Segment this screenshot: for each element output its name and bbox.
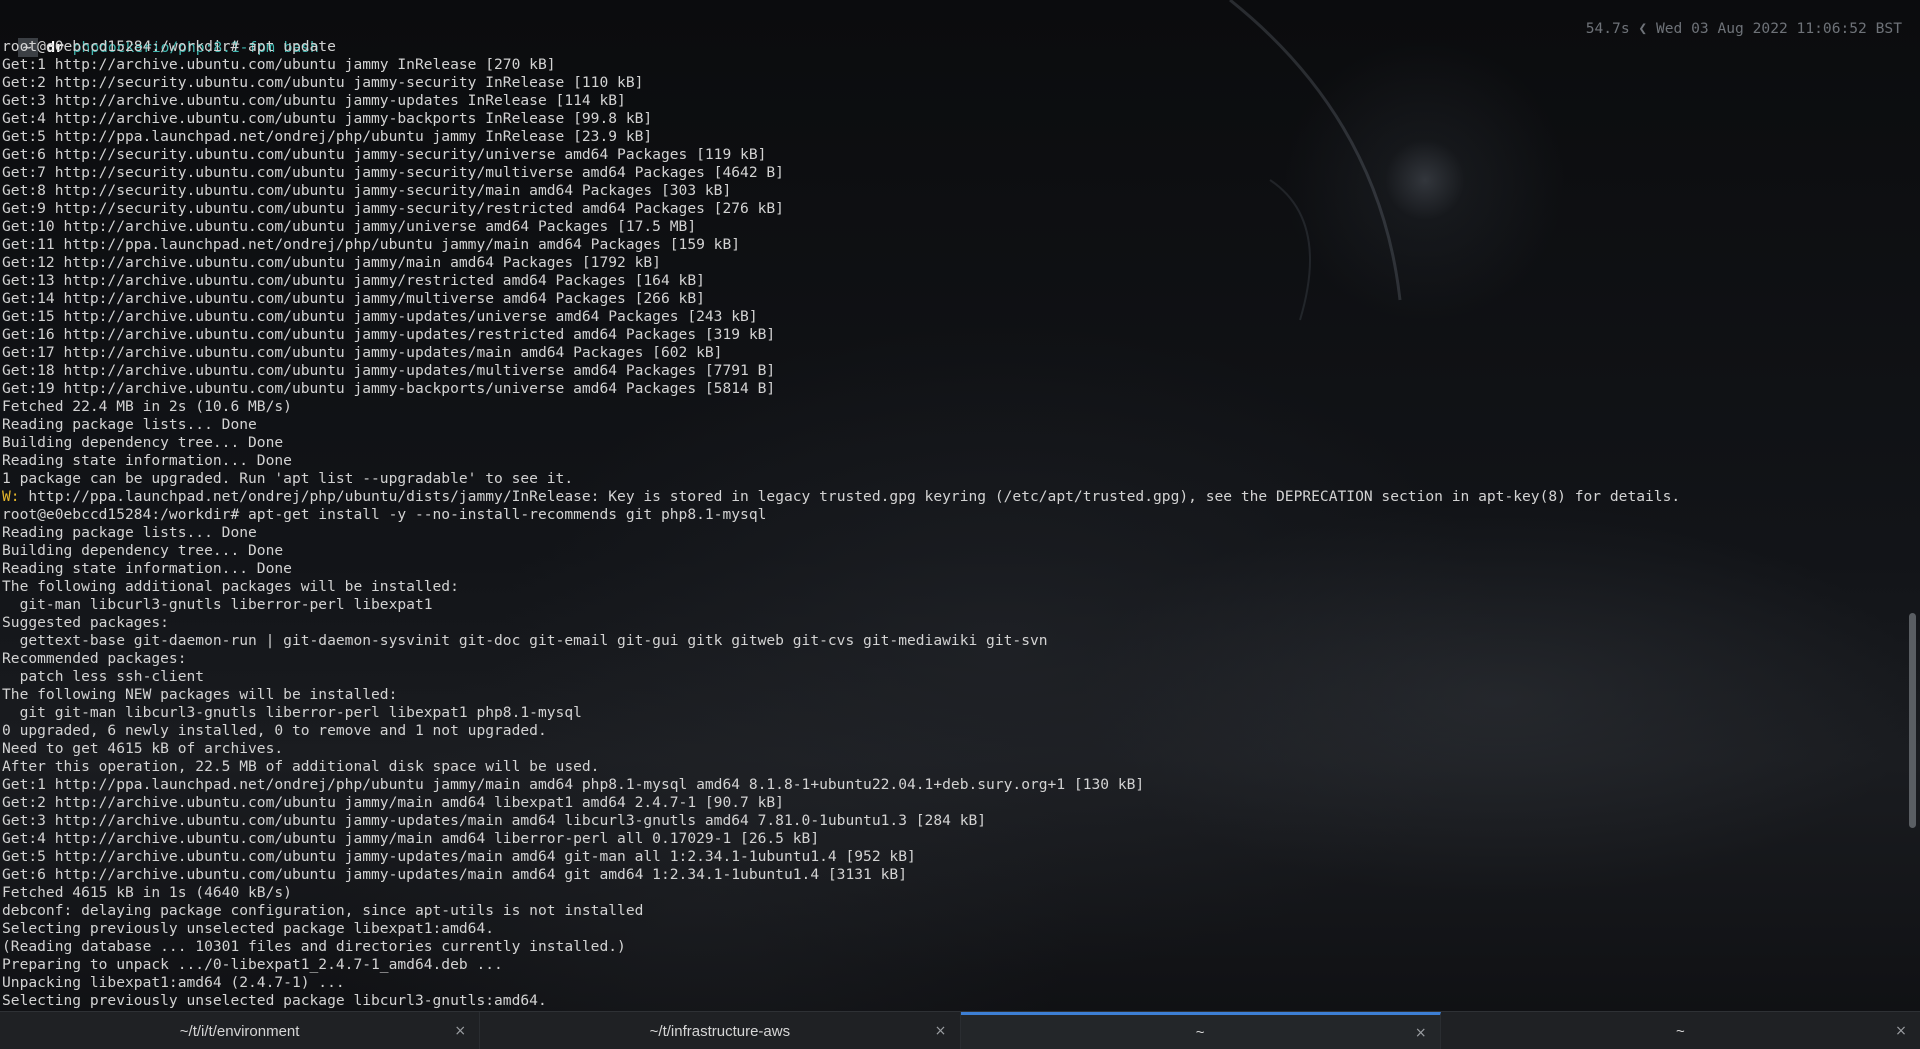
warning-tag: W: [2, 488, 20, 505]
terminal-line: Building dependency tree... Done [2, 434, 284, 451]
terminal-line: Need to get 4615 kB of archives. [2, 740, 284, 757]
terminal-line: (Reading database ... 10301 files and di… [2, 938, 626, 955]
terminal-line: root@e0ebccd15284:/workdir# apt-get inst… [2, 506, 767, 523]
terminal-line: Get:17 http://archive.ubuntu.com/ubuntu … [2, 344, 723, 361]
terminal-line: Get:19 http://archive.ubuntu.com/ubuntu … [2, 380, 776, 397]
terminal-line: Reading package lists... Done [2, 416, 257, 433]
terminal-line: Fetched 4615 kB in 1s (4640 kB/s) [2, 884, 292, 901]
close-icon[interactable]: × [1414, 1026, 1428, 1040]
scrollbar-thumb[interactable] [1909, 613, 1916, 828]
terminal-line: Preparing to unpack .../0-libexpat1_2.4.… [2, 956, 503, 973]
terminal-line: Selecting previously unselected package … [2, 920, 495, 937]
close-icon[interactable]: × [1894, 1024, 1908, 1038]
terminal-line: Get:14 http://archive.ubuntu.com/ubuntu … [2, 290, 705, 307]
terminal-output[interactable]: root@e0ebccd15284:/workdir# apt update G… [0, 19, 1905, 1009]
tab-environment[interactable]: ~/t/i/t/environment × [0, 1012, 481, 1049]
terminal-line: debconf: delaying package configuration,… [2, 902, 644, 919]
tab-label: ~ [1195, 1024, 1205, 1041]
terminal-line: Get:12 http://archive.ubuntu.com/ubuntu … [2, 254, 661, 271]
terminal-line: The following additional packages will b… [2, 578, 459, 595]
terminal-line: Get:4 http://archive.ubuntu.com/ubuntu j… [2, 110, 653, 127]
terminal-line: Fetched 22.4 MB in 2s (10.6 MB/s) [2, 398, 292, 415]
terminal-line: Get:7 http://security.ubuntu.com/ubuntu … [2, 164, 784, 181]
terminal-line: Selecting previously unselected package … [2, 992, 547, 1009]
terminal-line: Reading state information... Done [2, 452, 292, 469]
terminal-line: git-man libcurl3-gnutls liberror-perl li… [2, 596, 433, 613]
terminal-line: Reading package lists... Done [2, 524, 257, 541]
terminal-line: Get:11 http://ppa.launchpad.net/ondrej/p… [2, 236, 741, 253]
terminal-line: Get:2 http://security.ubuntu.com/ubuntu … [2, 74, 644, 91]
terminal-line: Get:3 http://archive.ubuntu.com/ubuntu j… [2, 812, 987, 829]
terminal-line: Get:1 http://archive.ubuntu.com/ubuntu j… [2, 56, 556, 73]
terminal-line: Get:6 http://security.ubuntu.com/ubuntu … [2, 146, 767, 163]
terminal-line: Get:4 http://archive.ubuntu.com/ubuntu j… [2, 830, 820, 847]
terminal-line: Get:18 http://archive.ubuntu.com/ubuntu … [2, 362, 776, 379]
terminal-line: Get:13 http://archive.ubuntu.com/ubuntu … [2, 272, 705, 289]
tab-home[interactable]: ~ × [1441, 1012, 1920, 1049]
terminal-line: Get:3 http://archive.ubuntu.com/ubuntu j… [2, 92, 626, 109]
terminal-tab-bar: ~/t/i/t/environment × ~/t/infrastructure… [0, 1011, 1920, 1049]
terminal-line: Get:5 http://ppa.launchpad.net/ondrej/ph… [2, 128, 653, 145]
terminal-line: root@e0ebccd15284:/workdir# apt update [2, 38, 336, 55]
terminal-line: Get:10 http://archive.ubuntu.com/ubuntu … [2, 218, 697, 235]
terminal-line: Get:9 http://security.ubuntu.com/ubuntu … [2, 200, 784, 217]
terminal-line: Get:5 http://archive.ubuntu.com/ubuntu j… [2, 848, 916, 865]
terminal-line: Suggested packages: [2, 614, 169, 631]
tab-label: ~/t/i/t/environment [179, 1022, 300, 1040]
terminal-line: Get:15 http://archive.ubuntu.com/ubuntu … [2, 308, 758, 325]
tab-home-active[interactable]: ~ × [960, 1012, 1441, 1049]
terminal-warning-line: W: http://ppa.launchpad.net/ondrej/php/u… [0, 488, 1905, 506]
terminal-line: Unpacking libexpat1:amd64 (2.4.7-1) ... [2, 974, 345, 991]
close-icon[interactable]: × [934, 1024, 948, 1038]
terminal-line: The following NEW packages will be insta… [2, 686, 398, 703]
terminal-line: patch less ssh-client [2, 668, 205, 685]
warning-text: http://ppa.launchpad.net/ondrej/php/ubun… [19, 488, 1681, 505]
terminal-line: Get:16 http://archive.ubuntu.com/ubuntu … [2, 326, 776, 343]
terminal-line: 1 package can be upgraded. Run 'apt list… [2, 470, 574, 487]
vertical-scrollbar[interactable] [1905, 0, 1920, 1011]
terminal-line: Recommended packages: [2, 650, 187, 667]
terminal-line: Get:2 http://archive.ubuntu.com/ubuntu j… [2, 794, 784, 811]
terminal-line: Get:8 http://security.ubuntu.com/ubuntu … [2, 182, 732, 199]
terminal-line: gettext-base git-daemon-run | git-daemon… [2, 632, 1048, 649]
tab-label: ~ [1675, 1022, 1685, 1040]
terminal-line: git git-man libcurl3-gnutls liberror-per… [2, 704, 582, 721]
terminal-line: Reading state information... Done [2, 560, 292, 577]
tab-infrastructure-aws[interactable]: ~/t/infrastructure-aws × [480, 1012, 961, 1049]
terminal-line: Building dependency tree... Done [2, 542, 284, 559]
terminal-line: Get:6 http://archive.ubuntu.com/ubuntu j… [2, 866, 907, 883]
tab-label: ~/t/infrastructure-aws [649, 1022, 791, 1040]
close-icon[interactable]: × [453, 1024, 467, 1038]
terminal-line: After this operation, 22.5 MB of additio… [2, 758, 600, 775]
terminal-line: 0 upgraded, 6 newly installed, 0 to remo… [2, 722, 547, 739]
terminal-line: Get:1 http://ppa.launchpad.net/ondrej/ph… [2, 776, 1145, 793]
